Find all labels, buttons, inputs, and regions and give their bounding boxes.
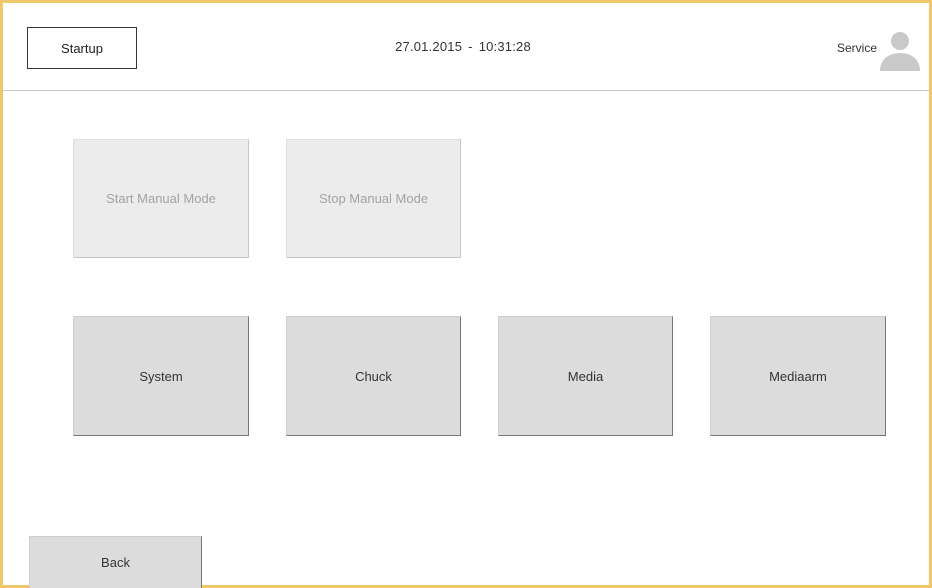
stop-manual-mode-label: Stop Manual Mode — [318, 191, 429, 206]
user-avatar-icon[interactable] — [877, 27, 923, 73]
system-label: System — [139, 368, 183, 384]
chuck-label: Chuck — [355, 368, 392, 384]
header-bar: Startup 27.01.2015-10:31:28 Service — [3, 3, 929, 91]
media-button[interactable]: Media — [498, 316, 673, 436]
startup-mode-label: Startup — [61, 40, 103, 56]
date-text: 27.01.2015 — [395, 39, 463, 54]
start-manual-mode-label: Start Manual Mode — [106, 191, 216, 206]
datetime-display: 27.01.2015-10:31:28 — [343, 39, 583, 54]
mediaarm-button[interactable]: Mediaarm — [710, 316, 886, 436]
hmi-screen: Startup 27.01.2015-10:31:28 Service Star… — [0, 0, 932, 588]
media-label: Media — [567, 368, 604, 384]
stop-manual-mode-button[interactable]: Stop Manual Mode — [286, 139, 461, 258]
chuck-button[interactable]: Chuck — [286, 316, 461, 436]
startup-mode-button[interactable]: Startup — [27, 27, 137, 69]
user-avatar-icon-svg — [880, 32, 920, 71]
user-name: Service — [836, 41, 877, 55]
system-button[interactable]: System — [73, 316, 249, 436]
back-button[interactable]: Back — [29, 536, 202, 588]
mediaarm-label: Mediaarm — [769, 368, 827, 384]
start-manual-mode-button[interactable]: Start Manual Mode — [73, 139, 249, 258]
back-label: Back — [101, 555, 130, 570]
time-text: 10:31:28 — [478, 39, 531, 54]
datetime-separator: - — [468, 39, 473, 54]
